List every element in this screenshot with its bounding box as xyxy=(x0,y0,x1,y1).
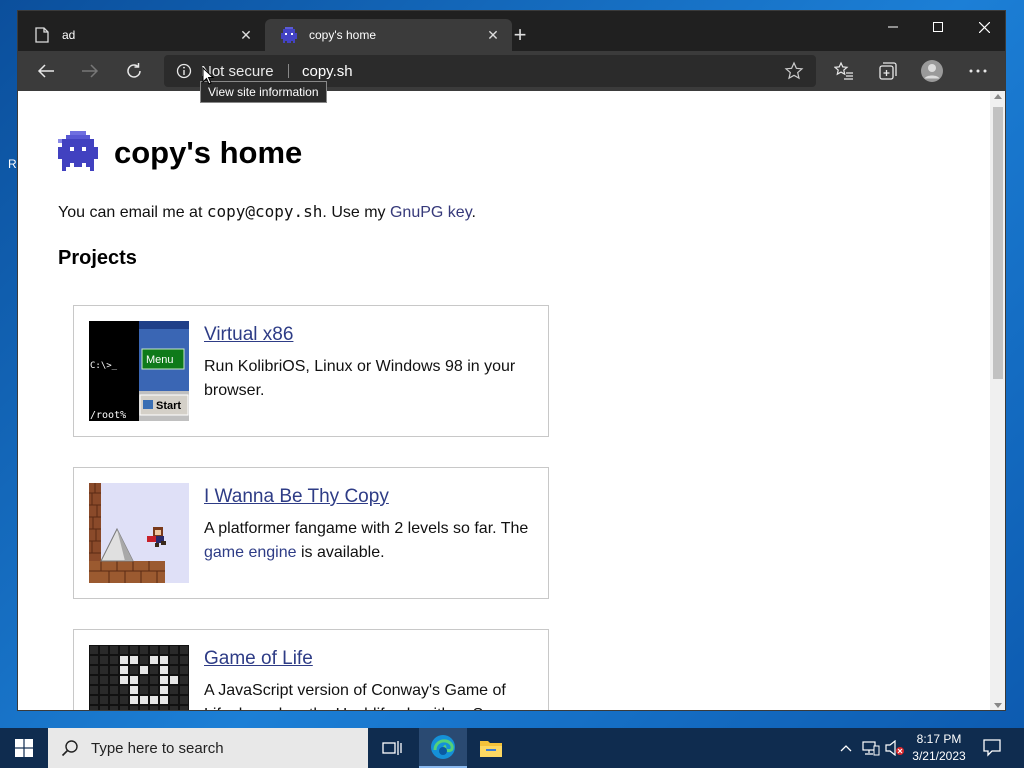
game-of-life-thumbnail[interactable] xyxy=(89,645,189,710)
system-clock[interactable]: 8:17 PM 3/21/2023 xyxy=(906,731,972,765)
minimize-icon[interactable] xyxy=(870,11,916,43)
page-scrollbar[interactable] xyxy=(990,91,1005,710)
page-title: copy's home xyxy=(114,135,303,170)
project-card-virtual-x86: C:\>_ /root% Menu Start Virtual x86 Run … xyxy=(73,305,549,437)
virtual-x86-thumbnail[interactable]: C:\>_ /root% Menu Start xyxy=(89,321,189,421)
project-description: A JavaScript version of Conway's Game of… xyxy=(204,682,523,710)
tab-ad[interactable]: ad ✕ xyxy=(18,19,265,51)
close-tab-icon[interactable]: ✕ xyxy=(237,26,255,44)
tray-chevron-up-icon[interactable] xyxy=(836,728,856,768)
windows-start-icon[interactable] xyxy=(0,728,48,768)
browser-toolbar: Not secure copy.sh xyxy=(18,51,1005,91)
search-placeholder: Type here to search xyxy=(91,739,224,757)
scroll-down-icon[interactable] xyxy=(994,703,1002,708)
close-tab-icon[interactable]: ✕ xyxy=(484,26,502,44)
intro-prefix: You can email me at xyxy=(58,204,207,221)
tab-title: copy's home xyxy=(309,28,376,42)
address-divider xyxy=(288,64,289,78)
project-card-i-wanna-be-thy-copy: I Wanna Be Thy Copy A platformer fangame… xyxy=(73,467,549,599)
project-description: A platformer fangame with 2 levels so fa… xyxy=(204,517,534,565)
scroll-up-icon[interactable] xyxy=(994,94,1002,99)
url-text[interactable]: copy.sh xyxy=(302,63,353,80)
copy-ghost-icon xyxy=(281,27,297,43)
more-options-icon[interactable] xyxy=(962,55,994,87)
project-description: Run KolibriOS, Linux or Windows 98 in yo… xyxy=(204,358,516,399)
forward-arrow-icon[interactable] xyxy=(74,55,106,87)
collections-icon[interactable] xyxy=(872,55,904,87)
network-icon[interactable] xyxy=(860,728,882,768)
copy-ghost-logo xyxy=(58,131,98,176)
project-title-link[interactable]: Virtual x86 xyxy=(204,324,293,346)
new-tab-icon[interactable]: + xyxy=(508,22,532,47)
refresh-icon[interactable] xyxy=(118,55,150,87)
intro-suffix: . xyxy=(471,204,476,221)
tab-title: ad xyxy=(62,28,76,42)
profile-avatar-icon[interactable] xyxy=(916,55,948,87)
taskbar-search-box[interactable]: Type here to search xyxy=(48,728,368,768)
favorites-list-icon[interactable] xyxy=(828,55,860,87)
thumb-prompt-text: C:\>_ xyxy=(90,361,118,371)
thumb-start-text: Start xyxy=(156,400,181,412)
i-wanna-thumbnail[interactable] xyxy=(89,483,189,583)
page-icon xyxy=(34,27,50,43)
thumb-root-text: /root% xyxy=(90,410,126,421)
game-engine-link[interactable]: game engine xyxy=(204,544,297,561)
info-icon[interactable] xyxy=(176,63,192,84)
back-arrow-icon[interactable] xyxy=(30,55,62,87)
notifications-icon[interactable] xyxy=(976,728,1008,768)
intro-text: You can email me at copy@copy.sh. Use my… xyxy=(58,202,476,222)
site-info-tooltip: View site information xyxy=(200,81,327,103)
browser-window: ad ✕ copy's home ✕ + Not secure copy.sh … xyxy=(17,10,1006,711)
desc-suffix: is available. xyxy=(296,544,385,561)
desc-prefix: A platformer fangame with 2 levels so fa… xyxy=(204,520,529,537)
web-page: copy's home You can email me at copy@cop… xyxy=(18,91,990,710)
clock-time: 8:17 PM xyxy=(916,732,962,746)
close-window-icon[interactable] xyxy=(961,11,1005,43)
tab-copys-home[interactable]: copy's home ✕ xyxy=(265,19,512,51)
clock-date: 3/21/2023 xyxy=(912,749,966,763)
project-card-game-of-life: Game of Life A JavaScript version of Con… xyxy=(73,629,549,710)
file-explorer-icon[interactable] xyxy=(467,728,515,768)
windows-taskbar: Type here to search 8:17 PM 3/21/2023 xyxy=(0,728,1024,768)
browser-titlebar: ad ✕ copy's home ✕ + xyxy=(18,11,1005,51)
thumb-menu-text: Menu xyxy=(146,354,174,366)
favorite-star-icon[interactable] xyxy=(784,61,804,86)
scrollbar-thumb[interactable] xyxy=(993,107,1003,379)
mouse-cursor-icon xyxy=(202,66,215,90)
search-icon xyxy=(61,739,79,757)
projects-heading: Projects xyxy=(58,247,137,269)
maximize-icon[interactable] xyxy=(915,11,961,43)
gnupg-key-link[interactable]: GnuPG key xyxy=(390,204,472,221)
project-title-link[interactable]: Game of Life xyxy=(204,648,313,670)
intro-middle: . Use my xyxy=(322,204,390,221)
desktop-partial-label: R xyxy=(8,157,17,171)
edge-browser-icon[interactable] xyxy=(419,728,467,768)
task-view-icon[interactable] xyxy=(368,728,416,768)
project-title-link[interactable]: I Wanna Be Thy Copy xyxy=(204,486,389,508)
volume-muted-icon[interactable] xyxy=(884,728,906,768)
email-address: copy@copy.sh xyxy=(206,202,323,221)
